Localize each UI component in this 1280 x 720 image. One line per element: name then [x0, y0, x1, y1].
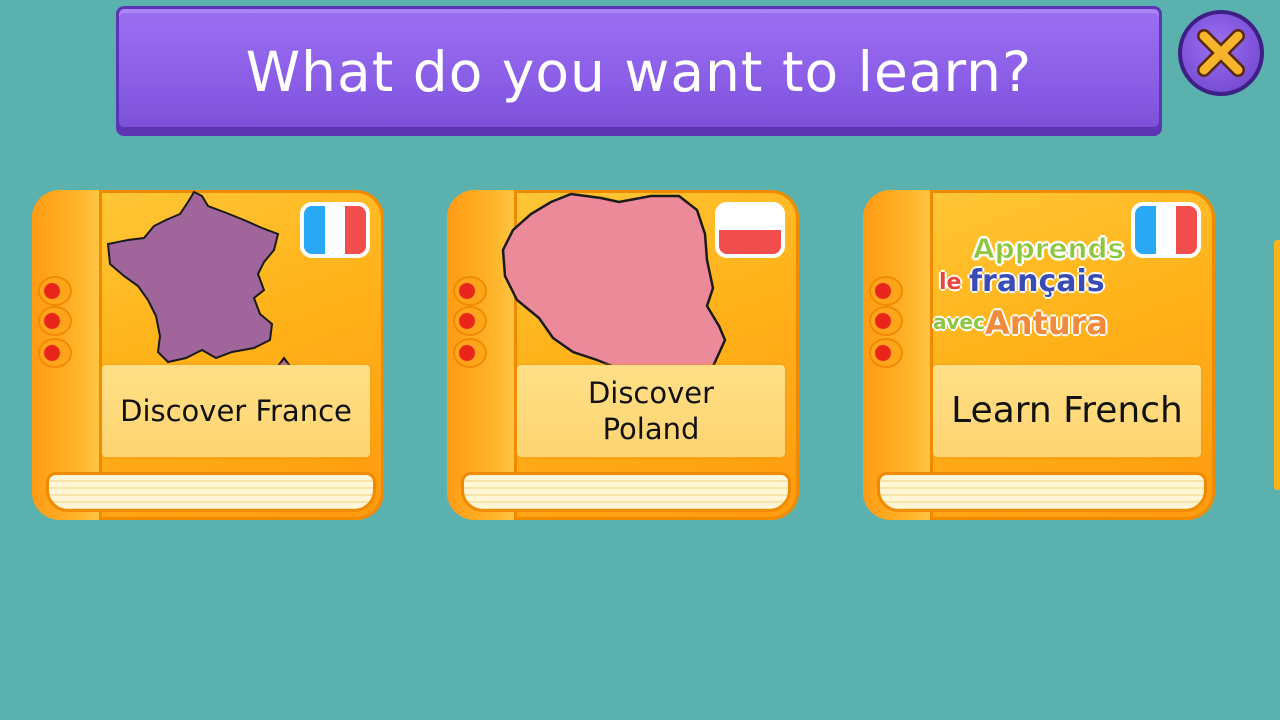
- logo-text: le: [939, 270, 962, 295]
- france-flag: [1131, 202, 1201, 258]
- book-card-discover-france[interactable]: Discover France: [32, 190, 384, 520]
- spine-ring: [871, 308, 901, 334]
- book-card-learn-french[interactable]: Apprends le français avec Antura Learn F…: [863, 190, 1215, 520]
- learn-menu-screen: What do you want to learn? Discover Fran…: [0, 0, 1280, 720]
- book-pages: [46, 472, 376, 512]
- france-flag: [300, 202, 370, 258]
- antura-logo: Apprends le français avec Antura: [933, 232, 1133, 362]
- logo-text: Antura: [985, 304, 1108, 342]
- spine-ring: [455, 340, 485, 366]
- close-button[interactable]: [1178, 10, 1264, 96]
- book-card-discover-poland[interactable]: Discover Poland: [447, 190, 799, 520]
- spine-ring: [40, 278, 70, 304]
- poland-flag: [715, 202, 785, 258]
- poland-map-icon: [501, 192, 727, 388]
- book-pages: [877, 472, 1207, 512]
- spine-ring: [455, 278, 485, 304]
- book-spine: [32, 190, 102, 520]
- card-label: Discover Poland: [587, 376, 715, 446]
- logo-text: Apprends: [972, 232, 1125, 266]
- close-icon: [1197, 29, 1245, 77]
- spine-ring: [40, 308, 70, 334]
- page-title: What do you want to learn?: [245, 40, 1033, 104]
- book-pages: [461, 472, 791, 512]
- spine-ring: [871, 340, 901, 366]
- header-banner: What do you want to learn?: [116, 6, 1162, 136]
- book-spine: [863, 190, 933, 520]
- logo-text: avec: [933, 310, 985, 334]
- france-map-icon: [106, 190, 292, 390]
- spine-ring: [455, 308, 485, 334]
- spine-ring: [871, 278, 901, 304]
- next-card-edge: [1274, 240, 1280, 490]
- spine-ring: [40, 340, 70, 366]
- card-label: Discover France: [120, 394, 352, 428]
- card-label: Learn French: [951, 390, 1183, 431]
- logo-text: français: [969, 264, 1105, 299]
